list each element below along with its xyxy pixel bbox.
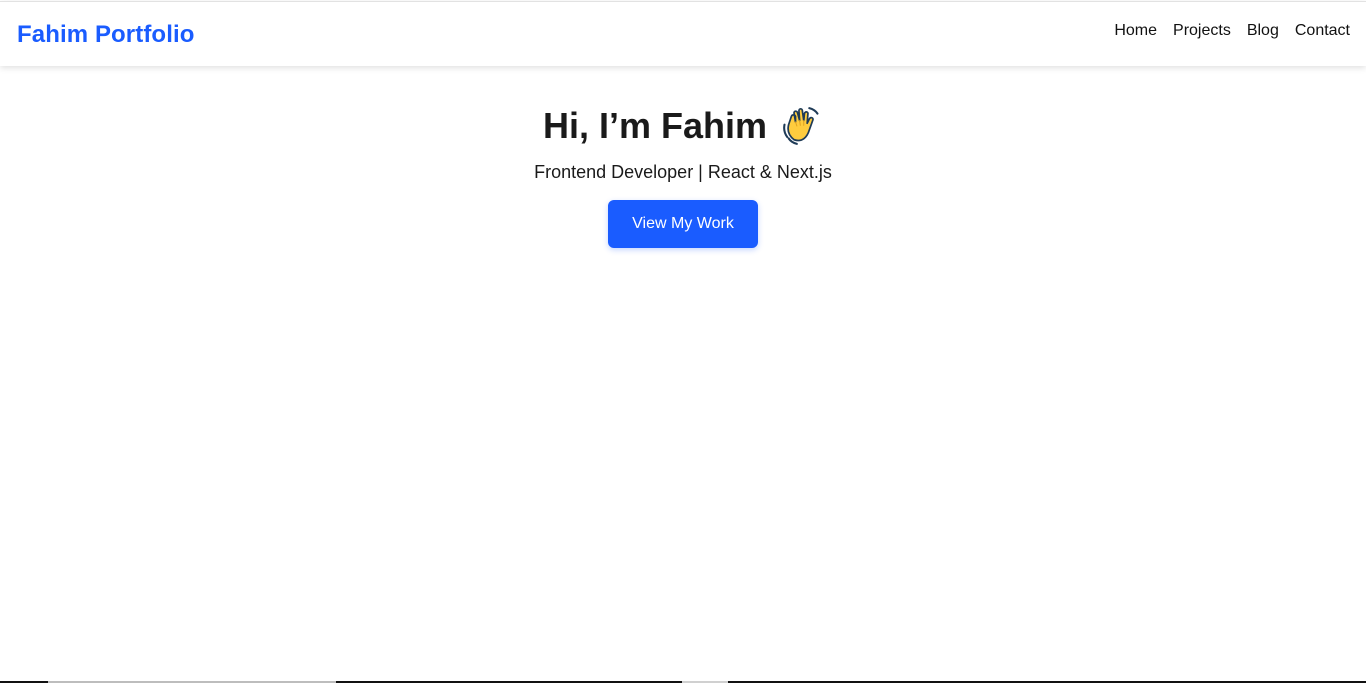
brand-logo-link[interactable]: Fahim Portfolio	[17, 21, 195, 49]
nav-link-projects[interactable]: Projects	[1173, 22, 1231, 39]
view-my-work-button[interactable]: View My Work	[608, 200, 758, 248]
navbar: Fahim Portfolio Home Projects Blog Conta…	[0, 1, 1366, 66]
nav-item-home: Home	[1114, 22, 1157, 40]
hero-section: Hi, I’m Fahim Frontend Developer | React…	[0, 100, 1366, 248]
nav-item-contact: Contact	[1295, 22, 1350, 40]
waving-hand-icon	[783, 107, 819, 145]
hero-title-text: Hi, I’m Fahim	[542, 105, 768, 146]
nav-link-home[interactable]: Home	[1114, 22, 1157, 39]
nav-item-projects: Projects	[1173, 22, 1231, 40]
hero-subtitle: Frontend Developer | React & Next.js	[534, 162, 832, 182]
nav-links: Home Projects Blog Contact	[1114, 22, 1350, 40]
nav-link-blog[interactable]: Blog	[1247, 22, 1279, 39]
nav-link-contact[interactable]: Contact	[1295, 22, 1350, 39]
hero-title: Hi, I’m Fahim	[543, 100, 823, 152]
nav-item-blog: Blog	[1247, 22, 1279, 40]
